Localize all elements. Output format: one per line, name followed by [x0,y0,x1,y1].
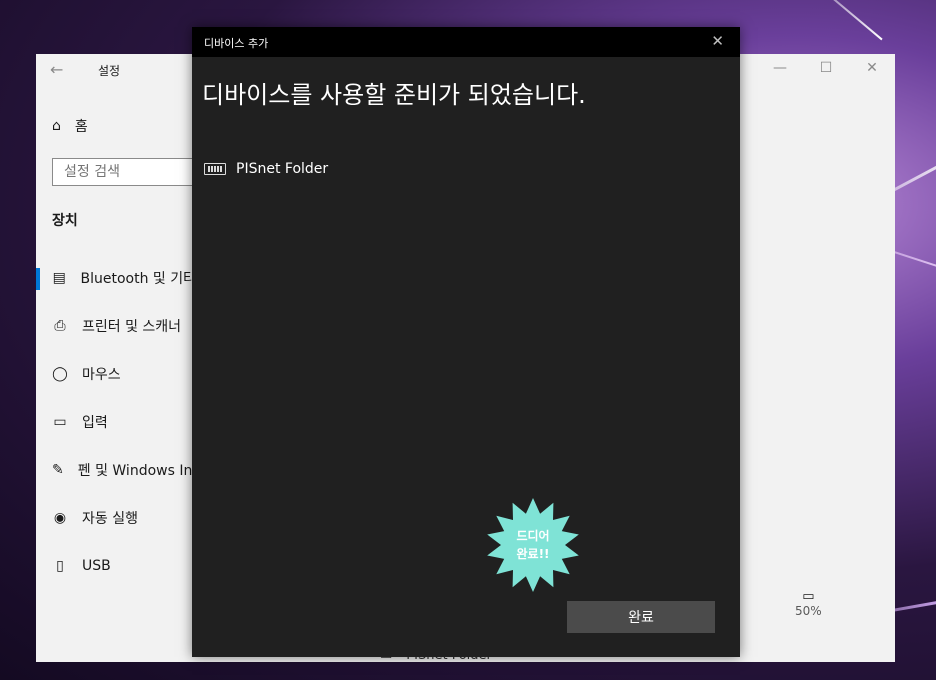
celebration-sticker: 드디어 완료!! [480,497,586,593]
sidebar-item-typing[interactable]: ▭ 입력 [36,406,196,438]
section-title: 장치 [52,213,78,229]
battery-status: ▭ 50% [795,589,822,618]
sidebar-item-usb[interactable]: ▯ USB [36,550,196,582]
usb-icon: ▯ [56,558,64,574]
sidebar-item-bluetooth[interactable]: ▤ Bluetooth 및 기타 [36,262,196,294]
home-icon: ⌂ [52,118,61,134]
battery-icon: ▭ [802,589,815,604]
sidebar-item-label: 마우스 [82,367,121,383]
sidebar-item-label: Bluetooth 및 기타 [80,271,196,287]
nav-home-label: 홈 [74,119,88,135]
battery-percent: 50% [795,604,822,618]
autoplay-icon: ◉ [53,510,67,526]
maximize-button[interactable]: ☐ [811,60,841,76]
printer-icon: ⎙ [54,318,66,334]
close-button[interactable]: ✕ [857,60,887,76]
light-streak [789,0,883,41]
device-name: PISnet Folder [236,161,329,177]
device-list-item: PISnet Folder [204,161,328,177]
keyboard-icon [204,163,226,175]
sidebar-item-printers[interactable]: ⎙ 프린터 및 스캐너 [36,310,196,342]
sidebar-item-label: 입력 [82,415,108,431]
sidebar-item-autoplay[interactable]: ◉ 자동 실행 [36,502,196,534]
mouse-icon: ◯ [52,366,68,382]
sidebar-item-label: 프린터 및 스캐너 [82,319,182,335]
sidebar-item-mouse[interactable]: ◯ 마우스 [36,358,196,390]
dialog-title: 디바이스 추가 [204,37,269,50]
nav-home[interactable]: ⌂ 홈 [52,116,88,136]
keyboard-icon: ▭ [53,414,67,430]
dialog-close-button[interactable]: ✕ [711,32,724,50]
dialog-heading: 디바이스를 사용할 준비가 되었습니다. [202,81,586,109]
sidebar-item-label: 펜 및 Windows Ink [77,463,196,479]
bluetooth-devices-icon: ▤ [52,270,66,286]
sticker-line-1: 드디어 [516,529,550,543]
sidebar-item-label: USB [82,558,111,574]
minimize-button[interactable]: — [765,60,795,76]
dialog-titlebar: 디바이스 추가 ✕ [192,27,740,57]
add-device-dialog: 디바이스 추가 ✕ 디바이스를 사용할 준비가 되었습니다. PISnet Fo… [192,27,740,657]
pen-icon: ✎ [52,462,64,478]
sidebar-item-pen[interactable]: ✎ 펜 및 Windows Ink [36,454,196,486]
sticker-line-2: 완료!! [516,547,550,561]
sidebar-item-label: 자동 실행 [82,511,138,527]
sticker-text: 드디어 완료!! [480,527,586,563]
back-arrow-icon[interactable]: ← [50,60,63,79]
window-title: 설정 [98,64,121,78]
done-button[interactable]: 완료 [567,601,715,633]
